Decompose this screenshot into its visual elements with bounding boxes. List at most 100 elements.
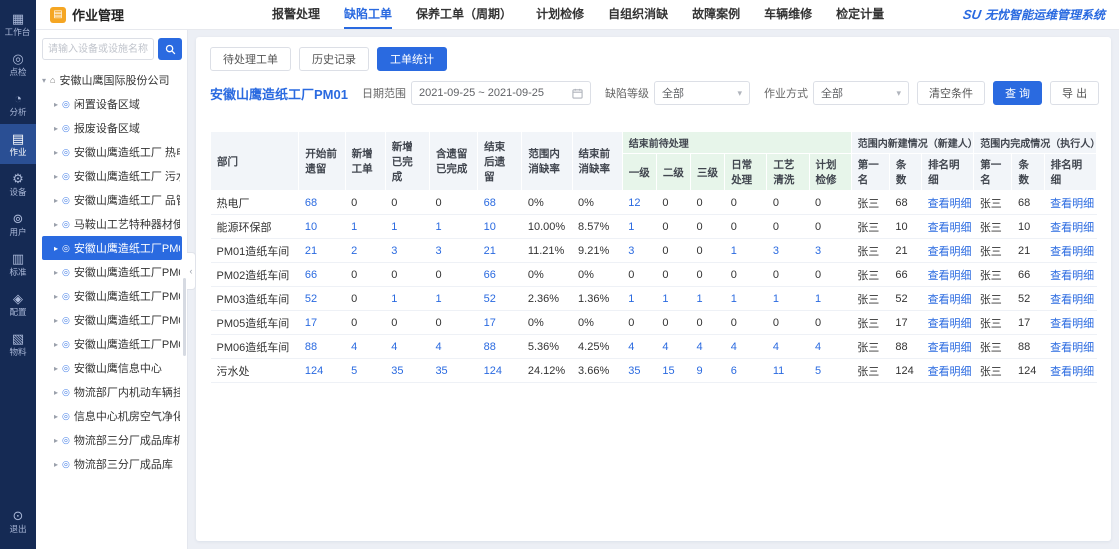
tree-item-1[interactable]: ▸◎闲置设备区域	[42, 92, 182, 116]
cell-incl-done[interactable]: 1	[429, 215, 477, 239]
tab-order-stats[interactable]: 工单统计	[377, 47, 447, 71]
search-button[interactable]	[158, 38, 182, 60]
tree-item-6[interactable]: ▸◎马鞍山工艺特种器材使用	[42, 212, 182, 236]
menu-item-defect-order[interactable]: 缺陷工单	[344, 0, 392, 29]
menu-item-maintenance-order[interactable]: 保养工单（周期）	[416, 0, 512, 29]
tab-pending-orders[interactable]: 待处理工单	[210, 47, 291, 71]
cell-pending-2[interactable]: 1	[656, 287, 690, 311]
view-detail-link[interactable]: 查看明细	[1050, 270, 1094, 282]
cell-pending-1[interactable]: 1	[622, 215, 656, 239]
cell-start-left[interactable]: 52	[299, 287, 345, 311]
tree-item-12[interactable]: ▸◎安徽山鹰信息中心	[42, 356, 182, 380]
navbar-item-workbench[interactable]: ▦工作台	[0, 4, 36, 44]
navbar-item-analysis[interactable]: ◔分析	[0, 84, 36, 124]
cell-pending-1[interactable]: 4	[622, 335, 656, 359]
tree-item-7[interactable]: ▸◎安徽山鹰造纸工厂PM01	[42, 236, 182, 260]
view-detail-link[interactable]: 查看明细	[1050, 246, 1094, 258]
search-input[interactable]	[42, 38, 154, 60]
cell-pending-4[interactable]: 4	[725, 335, 767, 359]
view-detail-link[interactable]: 查看明细	[928, 366, 972, 378]
cell-pending-4[interactable]: 1	[725, 287, 767, 311]
sidebar-collapse-handle[interactable]: ‹	[187, 252, 196, 290]
menu-item-planned-overhaul[interactable]: 计划检修	[536, 0, 584, 29]
cell-end-left[interactable]: 124	[478, 359, 522, 383]
view-detail-link[interactable]: 查看明细	[1050, 366, 1094, 378]
cell-start-left[interactable]: 124	[299, 359, 345, 383]
tree-item-10[interactable]: ▸◎安徽山鹰造纸工厂PM04	[42, 308, 182, 332]
cell-end-left[interactable]: 52	[478, 287, 522, 311]
navbar-item-job[interactable]: ▤作业	[0, 124, 36, 164]
cell-new-done[interactable]: 1	[385, 215, 429, 239]
view-detail-link[interactable]: 查看明细	[928, 246, 972, 258]
cell-incl-done[interactable]: 1	[429, 287, 477, 311]
cell-pending-2[interactable]: 15	[656, 359, 690, 383]
view-detail-link[interactable]: 查看明细	[928, 294, 972, 306]
cell-pending-6[interactable]: 4	[809, 335, 851, 359]
cell-pending-4[interactable]: 1	[725, 239, 767, 263]
cell-start-left[interactable]: 66	[299, 263, 345, 287]
cell-pending-1[interactable]: 12	[622, 191, 656, 215]
tree-item-15[interactable]: ▸◎物流部三分厂成品库机口	[42, 428, 182, 452]
cell-pending-1[interactable]: 1	[622, 287, 656, 311]
cell-end-left[interactable]: 10	[478, 215, 522, 239]
tab-history[interactable]: 历史记录	[299, 47, 369, 71]
view-detail-link[interactable]: 查看明细	[1050, 222, 1094, 234]
cell-pending-2[interactable]: 4	[656, 335, 690, 359]
menu-item-calibration[interactable]: 检定计量	[836, 0, 884, 29]
tree-item-5[interactable]: ▸◎安徽山鹰造纸工厂 品管/厂	[42, 188, 182, 212]
tree-item-9[interactable]: ▸◎安徽山鹰造纸工厂PM03	[42, 284, 182, 308]
cell-pending-3[interactable]: 9	[691, 359, 725, 383]
cell-new-orders[interactable]: 4	[345, 335, 385, 359]
tree-item-8[interactable]: ▸◎安徽山鹰造纸工厂PM02	[42, 260, 182, 284]
tree-item-16[interactable]: ▸◎物流部三分厂成品库	[42, 452, 182, 476]
menu-item-vehicle-repair[interactable]: 车辆维修	[764, 0, 812, 29]
view-detail-link[interactable]: 查看明细	[928, 270, 972, 282]
cell-end-left[interactable]: 88	[478, 335, 522, 359]
tree-root[interactable]: ▾ ⌂ 安徽山鹰国际股份公司	[42, 68, 182, 92]
cell-start-left[interactable]: 17	[299, 311, 345, 335]
cell-pending-3[interactable]: 1	[691, 287, 725, 311]
tree-item-2[interactable]: ▸◎报废设备区域	[42, 116, 182, 140]
cell-new-orders[interactable]: 5	[345, 359, 385, 383]
cell-pending-5[interactable]: 4	[767, 335, 809, 359]
sidebar-scrollbar[interactable]	[183, 278, 186, 356]
view-detail-link[interactable]: 查看明细	[1050, 342, 1094, 354]
view-detail-link[interactable]: 查看明细	[928, 342, 972, 354]
navbar-item-device[interactable]: ⚙设备	[0, 164, 36, 204]
export-button[interactable]: 导 出	[1050, 81, 1099, 105]
menu-item-fault-case[interactable]: 故障案例	[692, 0, 740, 29]
navbar-item-user[interactable]: ⊚用户	[0, 204, 36, 244]
navbar-item-standard[interactable]: ▥标准	[0, 244, 36, 284]
cell-pending-1[interactable]: 35	[622, 359, 656, 383]
clear-filters-button[interactable]: 清空条件	[917, 81, 985, 105]
cell-pending-4[interactable]: 6	[725, 359, 767, 383]
cell-end-left[interactable]: 17	[478, 311, 522, 335]
tree-item-4[interactable]: ▸◎安徽山鹰造纸工厂 污水处	[42, 164, 182, 188]
view-detail-link[interactable]: 查看明细	[928, 198, 972, 210]
navbar-item-material[interactable]: ▧物料	[0, 324, 36, 364]
cell-end-left[interactable]: 21	[478, 239, 522, 263]
work-mode-select[interactable]: 全部 ▾	[813, 81, 909, 105]
menu-item-self-organized-defect[interactable]: 自组织消缺	[608, 0, 668, 29]
view-detail-link[interactable]: 查看明细	[1050, 294, 1094, 306]
cell-pending-5[interactable]: 1	[767, 287, 809, 311]
menu-item-alarm-handling[interactable]: 报警处理	[272, 0, 320, 29]
cell-new-orders[interactable]: 2	[345, 239, 385, 263]
cell-incl-done[interactable]: 35	[429, 359, 477, 383]
cell-pending-6[interactable]: 3	[809, 239, 851, 263]
cell-pending-1[interactable]: 3	[622, 239, 656, 263]
navbar-item-logout[interactable]: ⊙退出	[0, 501, 36, 541]
cell-pending-5[interactable]: 11	[767, 359, 809, 383]
view-detail-link[interactable]: 查看明细	[1050, 318, 1094, 330]
tree-item-13[interactable]: ▸◎物流部厂内机动车辆挂夹	[42, 380, 182, 404]
tree-item-11[interactable]: ▸◎安徽山鹰造纸工厂PM06	[42, 332, 182, 356]
view-detail-link[interactable]: 查看明细	[928, 318, 972, 330]
navbar-item-config[interactable]: ◈配置	[0, 284, 36, 324]
cell-start-left[interactable]: 88	[299, 335, 345, 359]
cell-start-left[interactable]: 21	[299, 239, 345, 263]
cell-end-left[interactable]: 68	[478, 191, 522, 215]
cell-new-done[interactable]: 35	[385, 359, 429, 383]
cell-end-left[interactable]: 66	[478, 263, 522, 287]
cell-incl-done[interactable]: 4	[429, 335, 477, 359]
cell-pending-6[interactable]: 5	[809, 359, 851, 383]
